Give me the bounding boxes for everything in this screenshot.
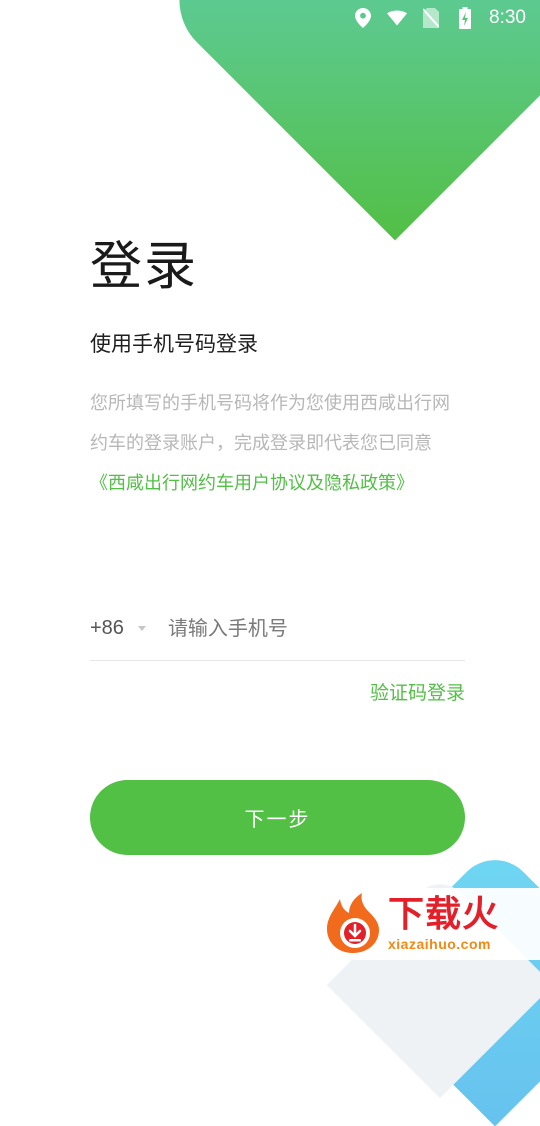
description-line-1: 您所填写的手机号码将作为您使用西咸出行网 xyxy=(90,393,450,414)
agreement-link[interactable]: 《西咸出行网约车用户协议及隐私政策》 xyxy=(90,464,500,504)
no-sim-icon xyxy=(421,8,441,28)
phone-number-input[interactable] xyxy=(167,616,408,640)
country-code-selector[interactable]: +86 xyxy=(90,617,124,640)
location-icon xyxy=(353,8,373,28)
code-login-link[interactable]: 验证码登录 xyxy=(370,678,465,705)
top-decoration xyxy=(154,0,540,241)
flame-logo-icon xyxy=(327,893,379,953)
watermark-url: xiazaihuo.com xyxy=(388,936,491,952)
login-description: 您所填写的手机号码将作为您使用西咸出行网 约车的登录账户，完成登录即代表您已同意… xyxy=(90,384,500,504)
page-subtitle: 使用手机号码登录 xyxy=(90,332,258,356)
wifi-icon xyxy=(387,8,408,28)
page-title: 登录 xyxy=(90,237,199,297)
phone-input-row: +86 xyxy=(90,596,465,661)
chevron-down-icon[interactable] xyxy=(137,625,146,631)
status-bar: 8:30 xyxy=(0,0,540,36)
watermark-text: 下载火 xiazaihuo.com xyxy=(388,895,499,953)
status-time: 8:30 xyxy=(489,7,526,28)
watermark: 下载火 xiazaihuo.com xyxy=(318,888,540,960)
battery-charging-icon xyxy=(455,7,475,29)
watermark-title: 下载火 xyxy=(388,894,500,935)
description-line-2: 约车的登录账户，完成登录即代表您已同意 xyxy=(90,433,432,454)
next-step-button[interactable]: 下一步 xyxy=(90,780,465,855)
